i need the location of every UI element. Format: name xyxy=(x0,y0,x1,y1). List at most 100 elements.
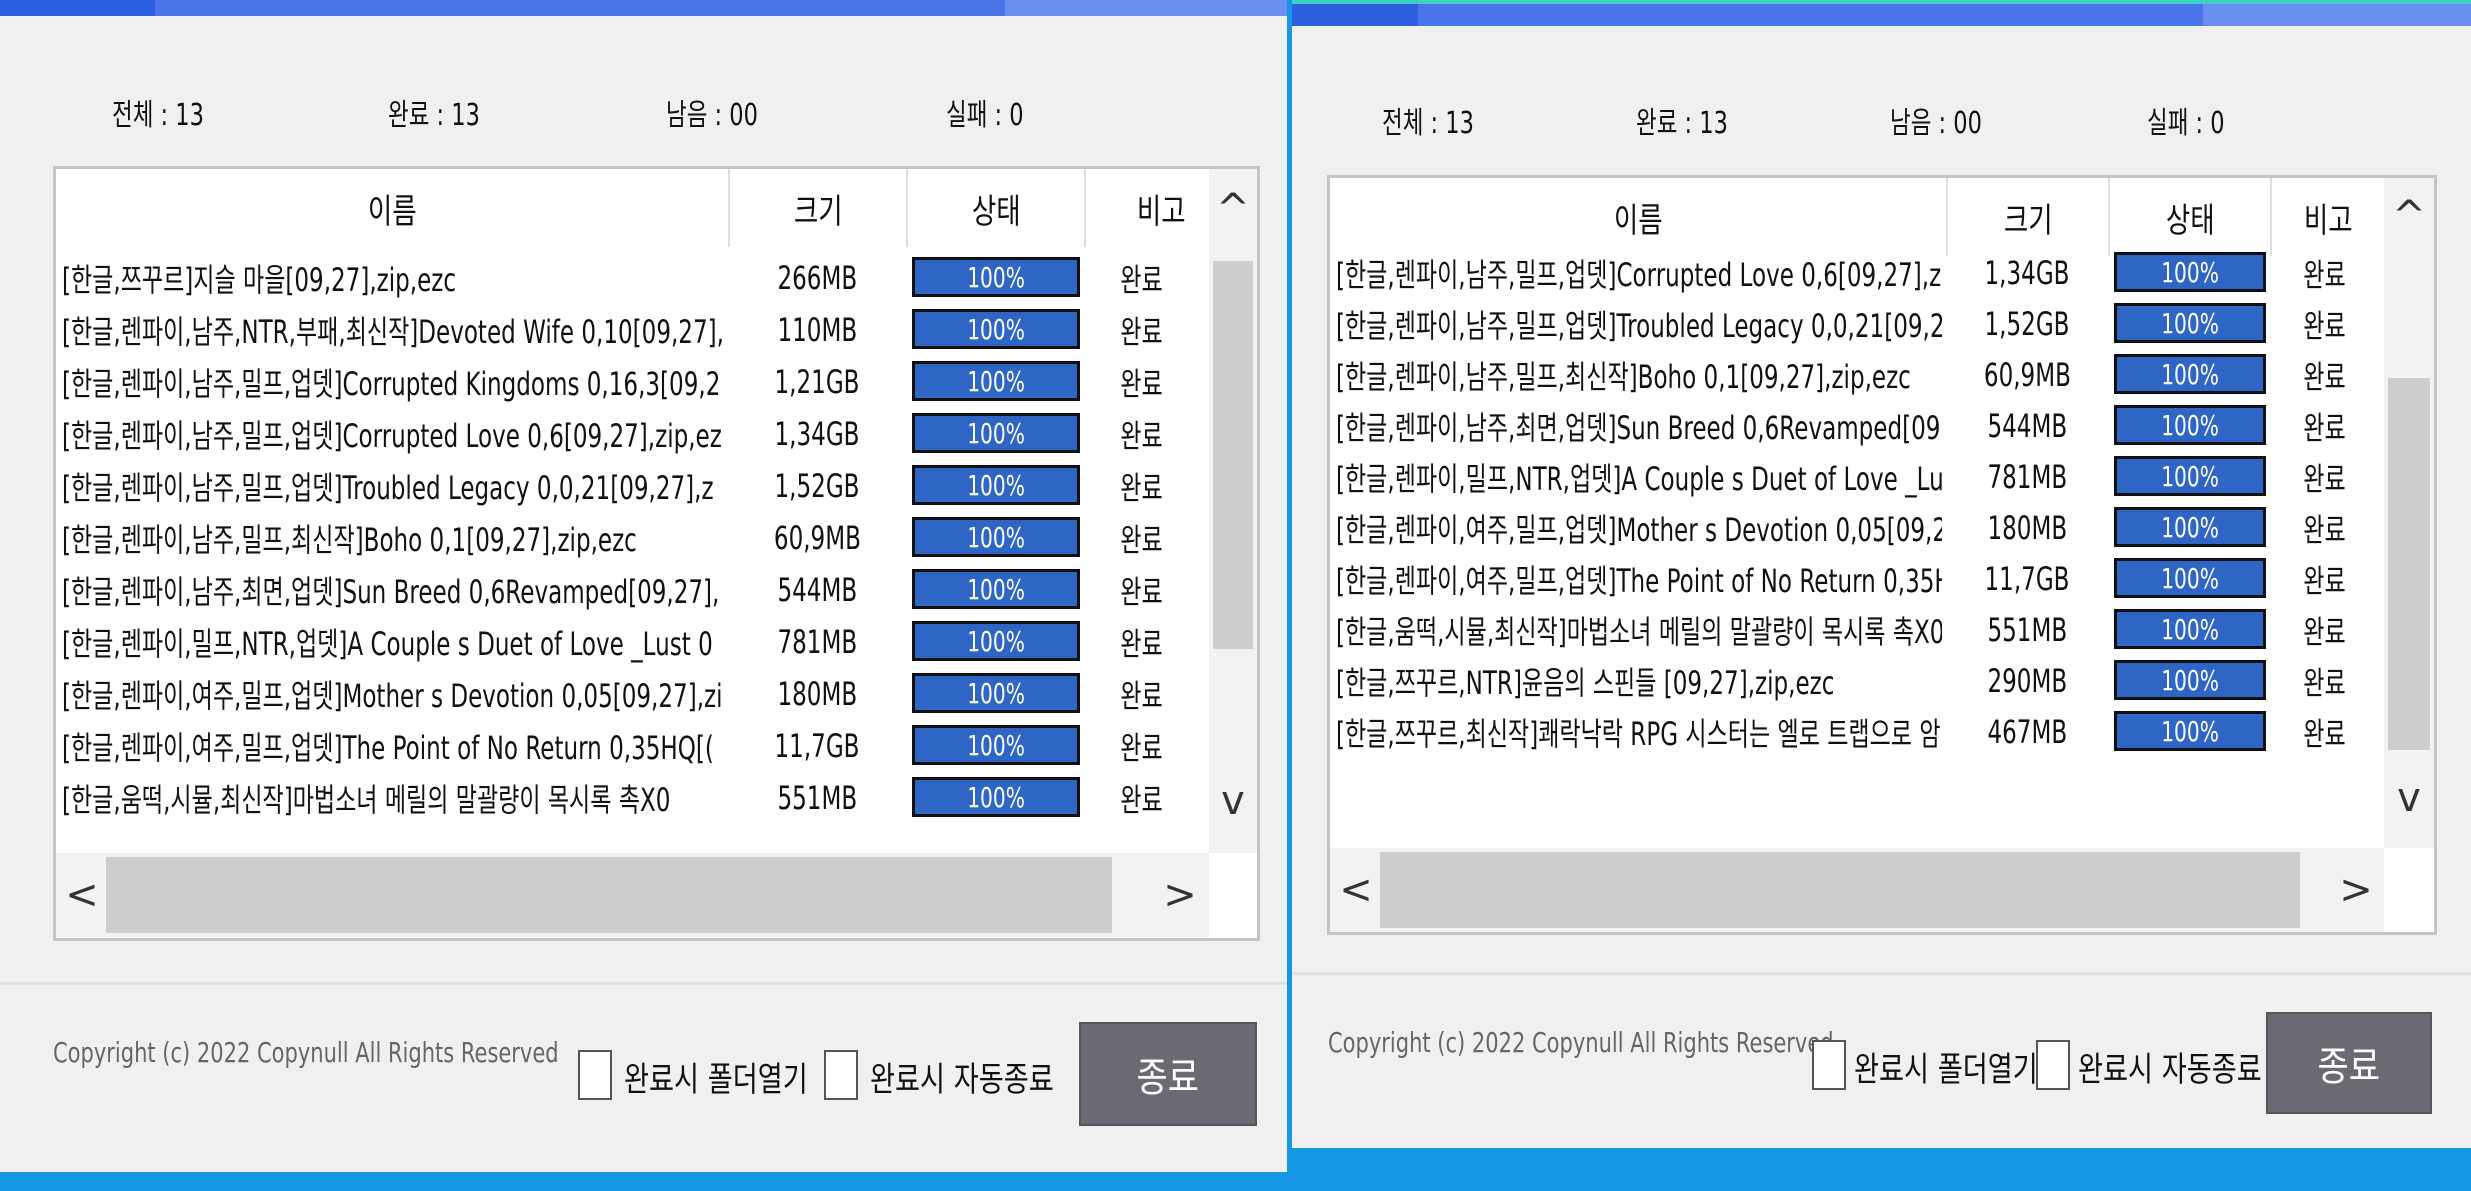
list-item[interactable]: [한글,렌파이,여주,밀프,업뎃]Mother s Devotion 0,05[… xyxy=(1330,501,2384,555)
file-size: 781MB xyxy=(777,623,857,661)
list-item[interactable]: [한글,움떡,시뮬,최신작]마법소녀 메릴의 말괄량이 목시록 촉X0 551MB… xyxy=(1330,603,2384,657)
vertical-scrollbar[interactable]: ^ v xyxy=(2384,178,2434,848)
scroll-up-icon[interactable]: ^ xyxy=(2389,193,2429,239)
auto-close-checkbox[interactable] xyxy=(2036,1040,2070,1090)
file-name: [한글,쯔꾸르,최신작]쾌락낙락 RPG 시스터는 엘로 트랩으로 암 xyxy=(1336,715,1941,753)
file-size: 110MB xyxy=(777,311,857,349)
horizontal-scroll-thumb[interactable] xyxy=(1380,852,2300,928)
download-window-right: 전체 : 13 완료 : 13 남음 : 00 실패 : 0 이름 크기 상태 … xyxy=(1292,0,2471,1148)
open-folder-label[interactable]: 완료시 폴더열기 xyxy=(1854,1042,2038,1091)
vertical-scrollbar[interactable]: ^ v xyxy=(1209,169,1257,853)
file-size: 1,21GB xyxy=(774,363,860,401)
remaining-count: 남음 : 00 xyxy=(1890,106,1982,141)
open-folder-label[interactable]: 완료시 폴더열기 xyxy=(624,1052,808,1101)
file-name: [한글,렌파이,남주,밀프,업뎃]Corrupted Love 0,6[09,2… xyxy=(62,417,722,455)
horizontal-scroll-thumb[interactable] xyxy=(106,857,1112,933)
status-note: 완료 xyxy=(2302,460,2346,498)
file-name: [한글,쯔꾸르,NTR]윤음의 스핀들 [09,27],zip,ezc xyxy=(1336,664,1835,702)
header-size[interactable]: 크기 xyxy=(730,169,906,247)
file-list: 이름 크기 상태 비고 [한글,쯔꾸르]지슬 마을[09,27],zip,ezc… xyxy=(53,166,1260,941)
status-note: 완료 xyxy=(2302,307,2346,345)
file-name: [한글,움떡,시뮬,최신작]마법소녀 메릴의 말괄량이 목시록 촉X0 xyxy=(1336,613,1942,651)
file-name: [한글,렌파이,남주,밀프,최신작]Boho 0,1[09,27],zip,ez… xyxy=(62,521,637,559)
horizontal-scrollbar[interactable]: < > xyxy=(1330,848,2384,932)
status-note: 완료 xyxy=(1119,521,1163,559)
file-name: [한글,렌파이,남주,최면,업뎃]Sun Breed 0,6Revamped[0… xyxy=(62,573,720,611)
list-item[interactable]: [한글,렌파이,남주,밀프,최신작]Boho 0,1[09,27],zip,ez… xyxy=(56,511,1209,565)
file-size: 180MB xyxy=(777,675,857,713)
header-name[interactable]: 이름 xyxy=(1330,178,1946,256)
list-item[interactable]: [한글,렌파이,밀프,NTR,업뎃]A Couple s Duet of Lov… xyxy=(1330,450,2384,504)
list-item[interactable]: [한글,렌파이,남주,최면,업뎃]Sun Breed 0,6Revamped[0… xyxy=(56,563,1209,617)
file-name: [한글,렌파이,남주,밀프,업뎃]Corrupted Love 0,6[09,2… xyxy=(1336,256,1942,294)
close-button[interactable]: 종료 xyxy=(1079,1022,1257,1126)
list-item[interactable]: [한글,렌파이,여주,밀프,업뎃]Mother s Devotion 0,05[… xyxy=(56,667,1209,721)
list-item[interactable]: [한글,렌파이,여주,밀프,업뎃]The Point of No Return … xyxy=(1330,552,2384,606)
scroll-right-icon[interactable]: > xyxy=(1160,872,1200,918)
auto-close-label[interactable]: 완료시 자동종료 xyxy=(870,1052,1054,1101)
file-name: [한글,렌파이,남주,밀프,최신작]Boho 0,1[09,27],zip,ez… xyxy=(1336,358,1911,396)
file-size: 1,52GB xyxy=(774,467,860,505)
close-button[interactable]: 종료 xyxy=(2266,1012,2432,1114)
file-size: 11,7GB xyxy=(1984,560,2070,598)
progress-bar: 100% xyxy=(2114,252,2266,292)
file-size: 11,7GB xyxy=(774,727,860,765)
progress-bar: 100% xyxy=(2114,303,2266,343)
header-status[interactable]: 상태 xyxy=(908,169,1084,247)
title-bar[interactable] xyxy=(1292,0,2471,26)
file-size: 266MB xyxy=(777,259,857,297)
scroll-right-icon[interactable]: > xyxy=(2336,867,2376,913)
status-note: 완료 xyxy=(2302,562,2346,600)
list-item[interactable]: [한글,쯔꾸르,NTR]윤음의 스핀들 [09,27],zip,ezc 290MB… xyxy=(1330,654,2384,708)
horizontal-scrollbar[interactable]: < > xyxy=(56,853,1209,937)
auto-close-label[interactable]: 완료시 자동종료 xyxy=(2078,1042,2262,1091)
progress-bar: 100% xyxy=(2114,660,2266,700)
open-folder-checkbox[interactable] xyxy=(1812,1040,1846,1090)
list-item[interactable]: [한글,렌파이,밀프,NTR,업뎃]A Couple s Duet of Lov… xyxy=(56,615,1209,669)
status-note: 완료 xyxy=(1119,573,1163,611)
done-count: 완료 : 13 xyxy=(1636,106,1728,141)
list-item[interactable]: [한글,렌파이,남주,밀프,업뎃]Troubled Legacy 0,0,21[… xyxy=(56,459,1209,513)
file-size: 781MB xyxy=(1987,458,2067,496)
title-bar[interactable] xyxy=(0,0,1287,16)
file-name: [한글,쯔꾸르]지슬 마을[09,27],zip,ezc xyxy=(62,261,457,299)
vertical-scroll-thumb[interactable] xyxy=(1213,261,1253,649)
list-item[interactable]: [한글,렌파이,여주,밀프,업뎃]The Point of No Return … xyxy=(56,719,1209,773)
progress-bar: 100% xyxy=(912,725,1080,765)
auto-close-checkbox[interactable] xyxy=(824,1050,858,1100)
progress-bar: 100% xyxy=(2114,405,2266,445)
copyright-text: Copyright (c) 2022 Copynull All Rights R… xyxy=(53,1036,559,1069)
list-item[interactable]: [한글,렌파이,남주,NTR,부패,최신작]Devoted Wife 0,10[… xyxy=(56,303,1209,357)
vertical-scroll-thumb[interactable] xyxy=(2388,378,2430,750)
file-size: 1,34GB xyxy=(774,415,860,453)
list-item[interactable]: [한글,렌파이,남주,밀프,최신작]Boho 0,1[09,27],zip,ez… xyxy=(1330,348,2384,402)
scroll-down-icon[interactable]: v xyxy=(2389,775,2429,821)
open-folder-checkbox[interactable] xyxy=(578,1050,612,1100)
header-size[interactable]: 크기 xyxy=(1948,178,2108,256)
list-item[interactable]: [한글,움떡,시뮬,최신작]마법소녀 메릴의 말괄량이 목시록 촉X0 551MB… xyxy=(56,771,1209,825)
scroll-left-icon[interactable]: < xyxy=(62,872,102,918)
download-window-left: 전체 : 13 완료 : 13 남음 : 00 실패 : 0 이름 크기 상태 … xyxy=(0,0,1287,1172)
scroll-down-icon[interactable]: v xyxy=(1213,778,1253,824)
list-item[interactable]: [한글,쯔꾸르]지슬 마을[09,27],zip,ezc 266MB 100% 완료 xyxy=(56,251,1209,305)
list-item[interactable]: [한글,렌파이,남주,밀프,업뎃]Troubled Legacy 0,0,21[… xyxy=(1330,297,2384,351)
status-note: 완료 xyxy=(1119,625,1163,663)
list-item[interactable]: [한글,렌파이,남주,최면,업뎃]Sun Breed 0,6Revamped[0… xyxy=(1330,399,2384,453)
failed-count: 실패 : 0 xyxy=(946,98,1024,133)
list-item[interactable]: [한글,렌파이,남주,밀프,업뎃]Corrupted Love 0,6[09,2… xyxy=(1330,246,2384,300)
status-note: 완료 xyxy=(2302,613,2346,651)
file-size: 1,52GB xyxy=(1984,305,2070,343)
header-name[interactable]: 이름 xyxy=(56,169,728,247)
header-status[interactable]: 상태 xyxy=(2110,178,2270,256)
scroll-up-icon[interactable]: ^ xyxy=(1213,186,1253,232)
list-item[interactable]: [한글,쯔꾸르,최신작]쾌락낙락 RPG 시스터는 엘로 트랩으로 암 467MB… xyxy=(1330,705,2384,759)
header-note[interactable]: 비고 xyxy=(2272,178,2384,256)
list-item[interactable]: [한글,렌파이,남주,밀프,업뎃]Corrupted Love 0,6[09,2… xyxy=(56,407,1209,461)
status-note: 완료 xyxy=(1119,729,1163,767)
file-name: [한글,렌파이,남주,밀프,업뎃]Corrupted Kingdoms 0,16… xyxy=(62,365,721,403)
file-list: 이름 크기 상태 비고 [한글,렌파이,남주,밀프,업뎃]Corrupted L… xyxy=(1327,175,2437,935)
scroll-left-icon[interactable]: < xyxy=(1336,867,1376,913)
file-name: [한글,렌파이,남주,밀프,업뎃]Troubled Legacy 0,0,21[… xyxy=(1336,307,1942,345)
file-size: 544MB xyxy=(1987,407,2067,445)
list-item[interactable]: [한글,렌파이,남주,밀프,업뎃]Corrupted Kingdoms 0,16… xyxy=(56,355,1209,409)
